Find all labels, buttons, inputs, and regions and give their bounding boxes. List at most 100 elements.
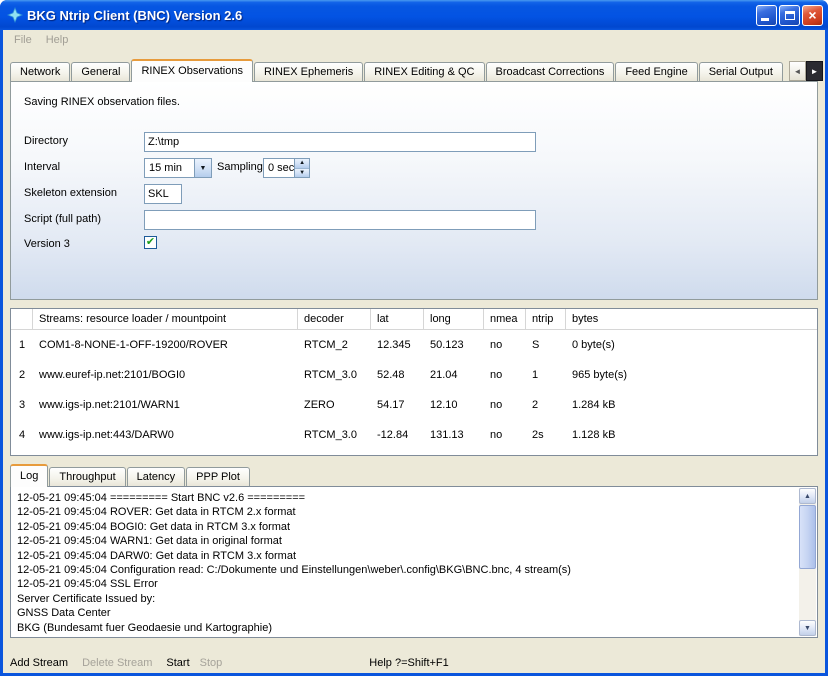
tab-scroll-left-button[interactable]: ◄ [789, 61, 806, 81]
rinex-observations-panel: Saving RINEX observation files. Director… [10, 81, 818, 300]
tab-general[interactable]: General [71, 62, 130, 81]
cell-lat: 52.48 [371, 369, 424, 381]
skeleton-extension-label: Skeleton extension [24, 187, 117, 199]
close-button[interactable]: × [802, 5, 823, 26]
log-line: 12-05-21 09:45:04 ========= Start BNC v2… [17, 491, 797, 505]
cell-decoder: ZERO [298, 399, 371, 411]
start-button[interactable]: Start [166, 657, 189, 669]
header-ntrip: ntrip [526, 309, 566, 329]
cell-long: 21.04 [424, 369, 484, 381]
cell-long: 12.10 [424, 399, 484, 411]
skeleton-extension-input[interactable] [144, 184, 182, 204]
interval-select[interactable]: 15 min ▼ [144, 158, 212, 178]
tab-broadcast-corrections[interactable]: Broadcast Corrections [486, 62, 615, 81]
tab-scroll-right-button[interactable]: ► [806, 61, 823, 81]
stop-button[interactable]: Stop [200, 657, 223, 669]
row-number: 2 [11, 369, 33, 381]
minimize-button[interactable] [756, 5, 777, 26]
interval-value: 15 min [145, 159, 194, 177]
tab-rinex-ephemeris[interactable]: RINEX Ephemeris [254, 62, 363, 81]
log-scrollbar[interactable]: ▲ ▼ [799, 488, 816, 636]
footer-bar: Add Stream Delete Stream Start Stop Help… [10, 654, 449, 672]
add-stream-button[interactable]: Add Stream [10, 657, 68, 669]
cell-decoder: RTCM_3.0 [298, 369, 371, 381]
cell-nmea: no [484, 339, 526, 351]
cell-long: 131.13 [424, 429, 484, 441]
menu-help[interactable]: Help [39, 32, 76, 48]
minimize-icon [761, 18, 769, 21]
cell-ntrip: 2s [526, 429, 566, 441]
log-lines: 12-05-21 09:45:04 ========= Start BNC v2… [17, 491, 797, 635]
panel-description: Saving RINEX observation files. [24, 96, 180, 108]
directory-input[interactable] [144, 132, 536, 152]
cell-lat: 54.17 [371, 399, 424, 411]
tab-latency[interactable]: Latency [127, 467, 186, 486]
scroll-left-icon: ◄ [794, 67, 802, 76]
header-corner [11, 309, 33, 329]
tab-serial-output[interactable]: Serial Output [699, 62, 783, 81]
log-line: 12-05-21 09:45:04 Configuration read: C:… [17, 563, 797, 577]
app-icon [7, 7, 23, 23]
tab-rinex-observations[interactable]: RINEX Observations [131, 59, 252, 82]
header-long: long [424, 309, 484, 329]
log-line: 12-05-21 09:45:04 WARN1: Get data in ori… [17, 534, 797, 548]
scrollbar-thumb[interactable] [799, 505, 816, 569]
cell-mountpoint: www.igs-ip.net:443/DARW0 [33, 429, 298, 441]
sampling-label: Sampling [217, 161, 263, 173]
tab-network[interactable]: Network [10, 62, 70, 81]
delete-stream-button[interactable]: Delete Stream [82, 657, 152, 669]
spin-down-button[interactable]: ▼ [295, 168, 309, 178]
cell-ntrip: 1 [526, 369, 566, 381]
bottom-tabbar: Log Throughput Latency PPP Plot [10, 463, 251, 487]
spin-up-button[interactable]: ▲ [295, 159, 309, 168]
maximize-icon [785, 11, 795, 20]
version3-label: Version 3 [24, 238, 70, 250]
sampling-stepper[interactable]: 0 sec ▲ ▼ [263, 158, 310, 178]
maximize-button[interactable] [779, 5, 800, 26]
log-line: 12-05-21 09:45:04 SSL Error [17, 577, 797, 591]
cell-ntrip: 2 [526, 399, 566, 411]
directory-label: Directory [24, 135, 68, 147]
menu-file[interactable]: File [7, 32, 39, 48]
cell-bytes: 965 byte(s) [566, 369, 817, 381]
scroll-up-button[interactable]: ▲ [799, 488, 816, 504]
chevron-down-icon[interactable]: ▼ [194, 159, 211, 177]
cell-mountpoint: www.euref-ip.net:2101/BOGI0 [33, 369, 298, 381]
menubar: File Help [3, 30, 825, 50]
cell-nmea: no [484, 399, 526, 411]
client-area: File Help Network General RINEX Observat… [3, 30, 825, 673]
tab-log[interactable]: Log [10, 464, 48, 487]
close-icon: × [808, 7, 816, 23]
help-shortcut-label: Help ?=Shift+F1 [369, 657, 449, 669]
cell-long: 50.123 [424, 339, 484, 351]
table-row[interactable]: 1 COM1-8-NONE-1-OFF-19200/ROVER RTCM_2 1… [11, 330, 817, 360]
scroll-down-icon: ▼ [804, 625, 811, 632]
window-title: BKG Ntrip Client (BNC) Version 2.6 [27, 8, 242, 23]
tab-rinex-editing-qc[interactable]: RINEX Editing & QC [364, 62, 484, 81]
tab-throughput[interactable]: Throughput [49, 467, 125, 486]
cell-ntrip: S [526, 339, 566, 351]
table-row[interactable]: 2 www.euref-ip.net:2101/BOGI0 RTCM_3.0 5… [11, 360, 817, 390]
table-row[interactable]: 3 www.igs-ip.net:2101/WARN1 ZERO 54.17 1… [11, 390, 817, 420]
streams-table: Streams: resource loader / mountpoint de… [10, 308, 818, 456]
log-line: GNSS Data Center [17, 606, 797, 620]
version3-checkbox[interactable]: ✔ [144, 236, 157, 249]
scroll-down-button[interactable]: ▼ [799, 620, 816, 636]
header-lat: lat [371, 309, 424, 329]
cell-bytes: 1.128 kB [566, 429, 817, 441]
cell-lat: -12.84 [371, 429, 424, 441]
script-input[interactable] [144, 210, 536, 230]
header-mountpoint: Streams: resource loader / mountpoint [33, 309, 298, 329]
cell-mountpoint: www.igs-ip.net:2101/WARN1 [33, 399, 298, 411]
log-line: 12-05-21 09:45:04 ROVER: Get data in RTC… [17, 505, 797, 519]
tab-ppp-plot[interactable]: PPP Plot [186, 467, 250, 486]
cell-bytes: 1.284 kB [566, 399, 817, 411]
header-nmea: nmea [484, 309, 526, 329]
scroll-up-icon: ▲ [804, 493, 811, 500]
scroll-right-icon: ► [811, 67, 819, 76]
sampling-value: 0 sec [264, 159, 294, 177]
log-line: 12-05-21 09:45:04 DARW0: Get data in RTC… [17, 549, 797, 563]
table-row[interactable]: 4 www.igs-ip.net:443/DARW0 RTCM_3.0 -12.… [11, 420, 817, 450]
bnc-window: BKG Ntrip Client (BNC) Version 2.6 × Fil… [0, 0, 828, 676]
tab-feed-engine[interactable]: Feed Engine [615, 62, 697, 81]
